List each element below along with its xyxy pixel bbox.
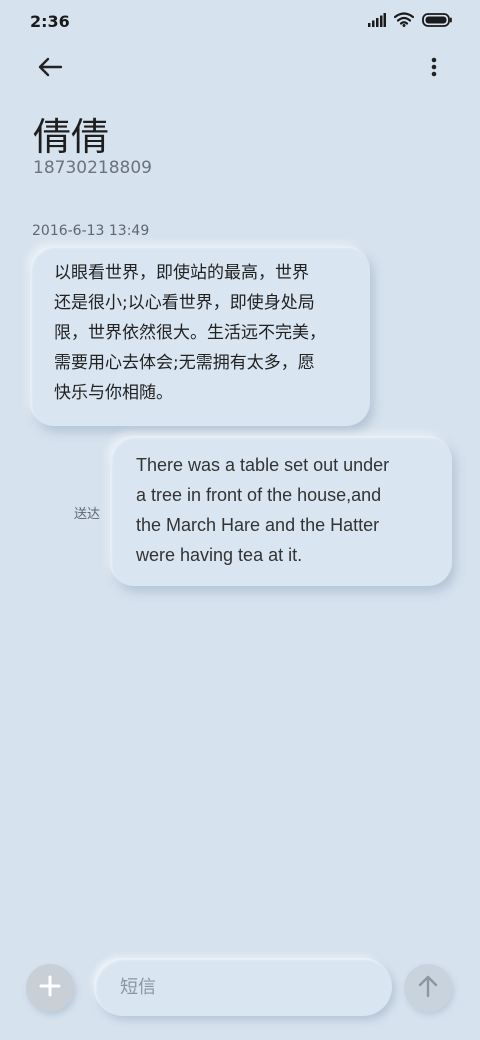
- message-input-container[interactable]: [94, 958, 392, 1016]
- arrow-left-icon: [37, 57, 63, 81]
- more-vertical-icon: [431, 57, 437, 81]
- arrow-up-icon: [417, 974, 439, 1002]
- message-timestamp: 2016-6-13 13:49: [32, 223, 150, 239]
- battery-icon: [422, 12, 452, 31]
- wifi-icon: [393, 12, 415, 31]
- message-input[interactable]: [118, 975, 372, 999]
- status-time: 2:36: [30, 12, 70, 31]
- contact-number: 18730218809: [33, 158, 152, 178]
- attach-button[interactable]: [26, 964, 74, 1012]
- back-button[interactable]: [30, 52, 70, 86]
- status-icons: [368, 12, 452, 31]
- outgoing-message-bubble[interactable]: There was a table set out under a tree i…: [110, 436, 452, 586]
- send-button[interactable]: [404, 964, 452, 1012]
- status-bar: 2:36: [0, 0, 480, 40]
- delivery-status: 送达: [74, 507, 101, 522]
- plus-icon: [39, 975, 61, 1001]
- more-options-button[interactable]: [422, 52, 446, 86]
- signal-icon: [368, 12, 386, 31]
- contact-name: 倩倩: [33, 115, 110, 159]
- incoming-message-bubble[interactable]: 以眼看世界，即使站的最高，世界 还是很小;以心看世界，即使身处局 限，世界依然很…: [30, 246, 370, 426]
